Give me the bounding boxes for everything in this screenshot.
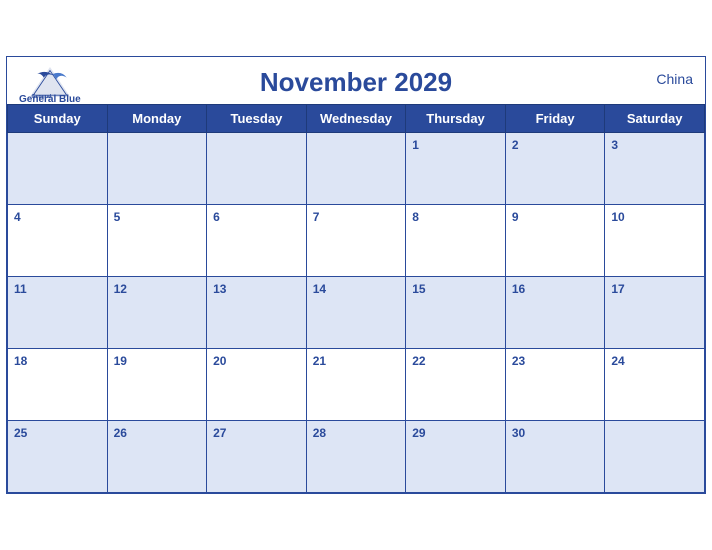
calendar-day: 6 xyxy=(207,205,307,277)
calendar-day: 19 xyxy=(107,349,207,421)
calendar-day xyxy=(107,133,207,205)
day-number: 10 xyxy=(611,210,624,224)
day-number: 21 xyxy=(313,354,326,368)
day-number: 30 xyxy=(512,426,525,440)
calendar-week-2: 4 5 6 7 8 9 10 xyxy=(8,205,705,277)
day-number: 4 xyxy=(14,210,21,224)
calendar-day: 24 xyxy=(605,349,705,421)
calendar-day: 27 xyxy=(207,421,307,493)
calendar-grid: Sunday Monday Tuesday Wednesday Thursday… xyxy=(7,104,705,493)
calendar-day: 14 xyxy=(306,277,406,349)
weekday-header-row: Sunday Monday Tuesday Wednesday Thursday… xyxy=(8,105,705,133)
calendar-day xyxy=(306,133,406,205)
day-number: 26 xyxy=(114,426,127,440)
day-number: 20 xyxy=(213,354,226,368)
calendar-day: 21 xyxy=(306,349,406,421)
calendar-day: 5 xyxy=(107,205,207,277)
calendar-day: 10 xyxy=(605,205,705,277)
header-wednesday: Wednesday xyxy=(306,105,406,133)
day-number: 22 xyxy=(412,354,425,368)
calendar-day: 15 xyxy=(406,277,506,349)
day-number: 3 xyxy=(611,138,618,152)
calendar-day: 9 xyxy=(505,205,605,277)
calendar-day: 29 xyxy=(406,421,506,493)
day-number: 25 xyxy=(14,426,27,440)
brand-general: General Blue xyxy=(19,95,81,105)
header-sunday: Sunday xyxy=(8,105,108,133)
day-number: 8 xyxy=(412,210,419,224)
calendar-day: 25 xyxy=(8,421,108,493)
calendar-week-4: 18 19 20 21 22 23 24 xyxy=(8,349,705,421)
calendar-day: 13 xyxy=(207,277,307,349)
calendar-day: 22 xyxy=(406,349,506,421)
header-tuesday: Tuesday xyxy=(207,105,307,133)
header-friday: Friday xyxy=(505,105,605,133)
day-number: 6 xyxy=(213,210,220,224)
calendar-day: 4 xyxy=(8,205,108,277)
calendar: General General Blue November 2029 China… xyxy=(6,56,706,494)
calendar-week-5: 25 26 27 28 29 30 xyxy=(8,421,705,493)
calendar-day: 11 xyxy=(8,277,108,349)
calendar-day: 28 xyxy=(306,421,406,493)
calendar-week-1: 1 2 3 xyxy=(8,133,705,205)
day-number: 12 xyxy=(114,282,127,296)
day-number: 16 xyxy=(512,282,525,296)
day-number: 5 xyxy=(114,210,121,224)
day-number: 17 xyxy=(611,282,624,296)
calendar-week-3: 11 12 13 14 15 16 17 xyxy=(8,277,705,349)
day-number: 7 xyxy=(313,210,320,224)
day-number: 29 xyxy=(412,426,425,440)
day-number: 11 xyxy=(14,282,27,296)
calendar-day: 8 xyxy=(406,205,506,277)
calendar-day: 2 xyxy=(505,133,605,205)
calendar-day: 3 xyxy=(605,133,705,205)
calendar-day xyxy=(605,421,705,493)
calendar-title: November 2029 xyxy=(23,67,689,98)
country-label: China xyxy=(656,71,693,87)
calendar-day: 18 xyxy=(8,349,108,421)
calendar-day: 23 xyxy=(505,349,605,421)
brand-logo-area: General General Blue xyxy=(19,65,81,105)
day-number: 27 xyxy=(213,426,226,440)
header-monday: Monday xyxy=(107,105,207,133)
day-number: 15 xyxy=(412,282,425,296)
day-number: 2 xyxy=(512,138,519,152)
calendar-day xyxy=(207,133,307,205)
calendar-day: 30 xyxy=(505,421,605,493)
day-number: 1 xyxy=(412,138,419,152)
calendar-day: 20 xyxy=(207,349,307,421)
calendar-day: 16 xyxy=(505,277,605,349)
header-thursday: Thursday xyxy=(406,105,506,133)
calendar-day: 26 xyxy=(107,421,207,493)
day-number: 24 xyxy=(611,354,624,368)
calendar-day: 1 xyxy=(406,133,506,205)
day-number: 18 xyxy=(14,354,27,368)
calendar-day xyxy=(8,133,108,205)
calendar-day: 7 xyxy=(306,205,406,277)
day-number: 23 xyxy=(512,354,525,368)
calendar-day: 12 xyxy=(107,277,207,349)
day-number: 13 xyxy=(213,282,226,296)
day-number: 14 xyxy=(313,282,326,296)
day-number: 19 xyxy=(114,354,127,368)
day-number: 9 xyxy=(512,210,519,224)
calendar-day: 17 xyxy=(605,277,705,349)
header-saturday: Saturday xyxy=(605,105,705,133)
day-number: 28 xyxy=(313,426,326,440)
calendar-header: General General Blue November 2029 China xyxy=(7,57,705,104)
